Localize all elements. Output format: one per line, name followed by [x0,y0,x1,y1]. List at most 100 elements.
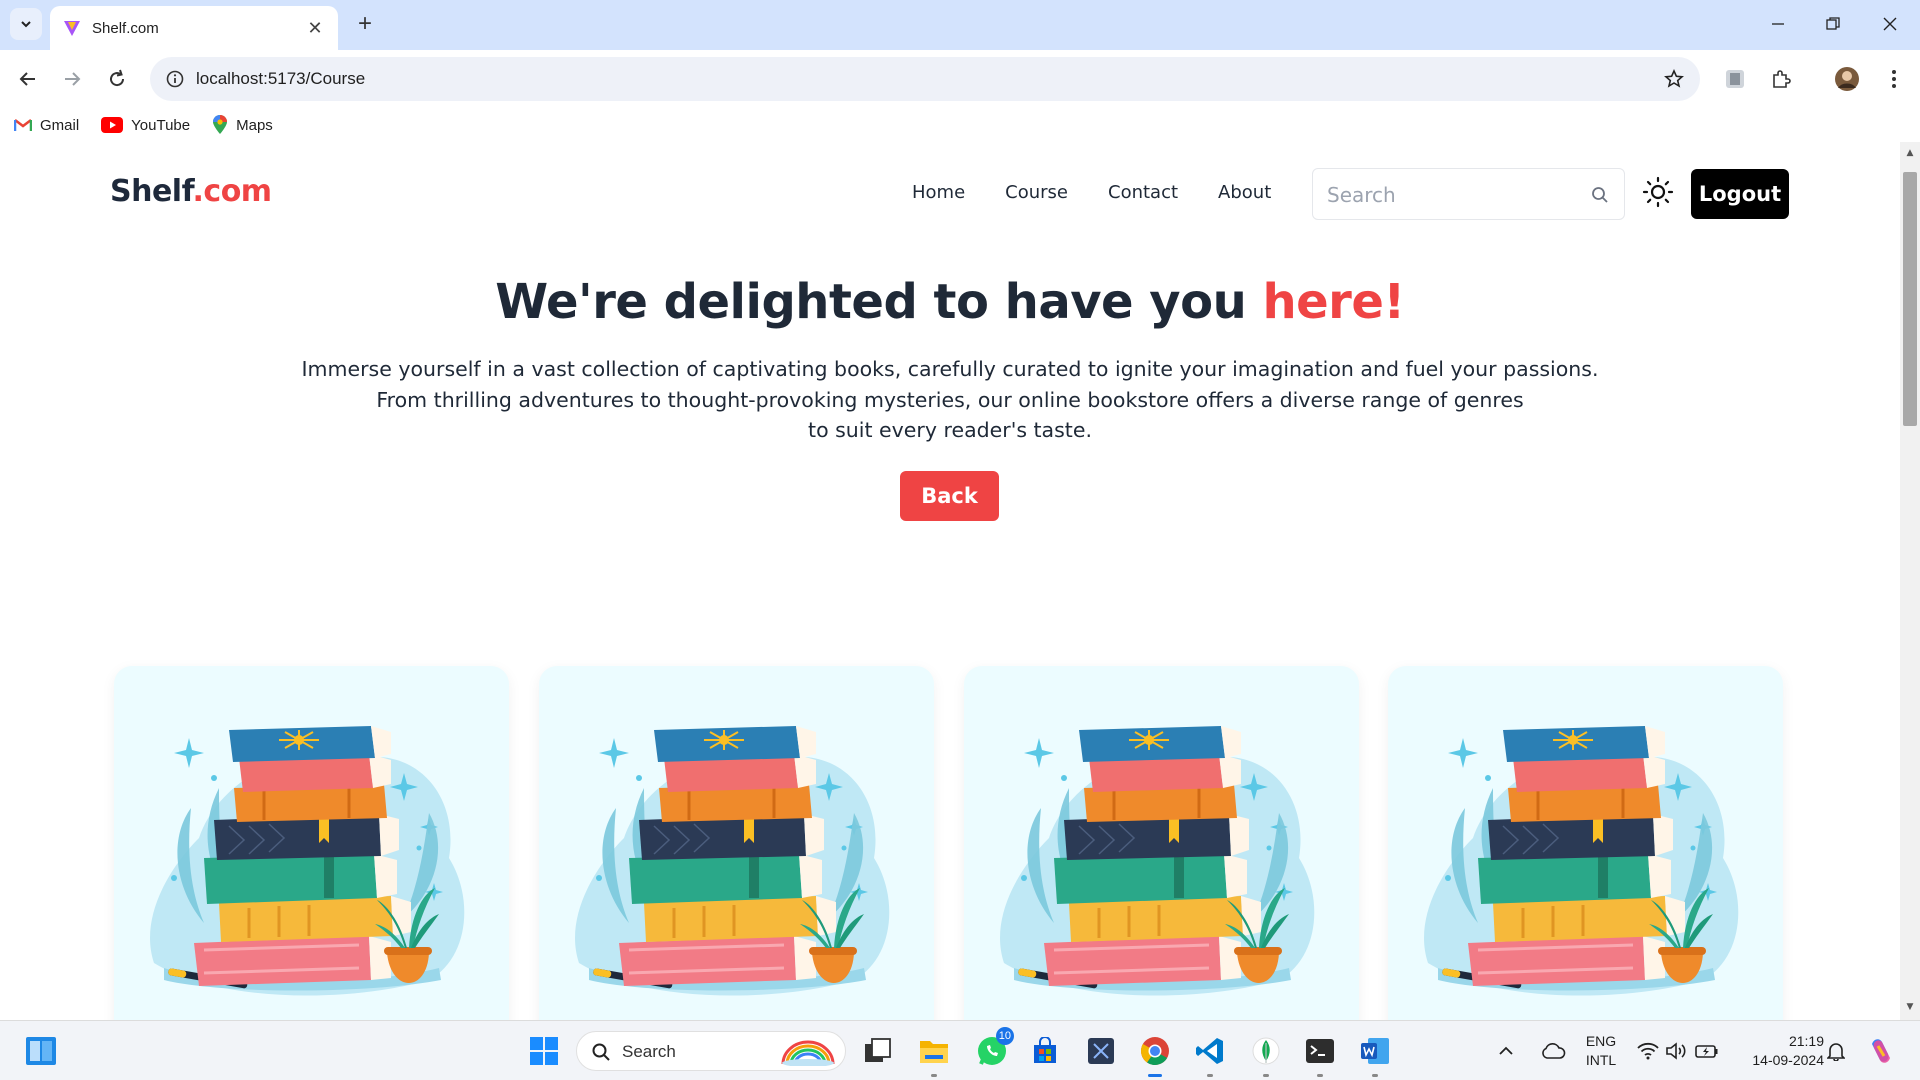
bookmark-gmail[interactable]: Gmail [14,117,79,134]
running-indicator [1317,1074,1323,1077]
nav-home-link[interactable]: Home [912,182,965,203]
word-icon [1361,1038,1389,1064]
arrow-left-icon [19,72,35,86]
back-button[interactable]: Back [900,471,999,521]
book-card[interactable] [114,666,509,1020]
speaker-icon [1666,1042,1686,1060]
running-indicator [1372,1074,1378,1077]
bookmark-label: Gmail [40,116,80,134]
page-scrollbar[interactable]: ▲ ▼ [1900,142,1920,1020]
terminal-button[interactable] [1300,1031,1340,1077]
browser-menu-icon[interactable] [1878,63,1910,95]
wifi-status[interactable] [1634,1031,1662,1071]
site-logo[interactable]: Shelf.com [110,174,272,209]
profile-extension-icon[interactable] [1719,63,1751,95]
back-nav-button[interactable] [10,61,46,97]
restore-icon [1826,17,1840,30]
notifications-button[interactable] [1822,1031,1850,1071]
taskbar-search-box[interactable]: Search [576,1031,846,1071]
battery-status[interactable] [1692,1031,1722,1071]
mongodb-compass-button[interactable] [1246,1031,1286,1077]
maps-icon [213,115,228,134]
search-box [1312,168,1625,220]
input-language-indicator[interactable]: ENG INTL [1578,1032,1624,1070]
reload-button[interactable] [99,61,135,97]
chrome-button[interactable] [1135,1031,1175,1077]
start-button[interactable] [524,1031,564,1071]
running-indicator [1263,1074,1269,1077]
scroll-down-arrow-icon[interactable]: ▼ [1900,1002,1920,1016]
forward-nav-button[interactable] [54,61,90,97]
file-explorer-button[interactable] [914,1031,954,1077]
chrome-icon [1141,1037,1169,1065]
book-card[interactable] [964,666,1359,1020]
browser-tab-strip: Shelf.com ✕ + [0,0,1920,50]
nav-contact-link[interactable]: Contact [1108,182,1178,203]
tab-search-button[interactable] [10,8,42,40]
microsoft-store-button[interactable] [1025,1031,1065,1071]
nav-course-link[interactable]: Course [1005,182,1068,203]
youtube-icon [101,117,124,133]
mongodb-leaf-icon [1252,1037,1280,1065]
whatsapp-button[interactable]: 10 [972,1027,1014,1071]
page-viewport: Shelf.com Home Course Contact About Sear… [0,142,1900,1020]
close-tab-icon[interactable]: ✕ [304,17,326,39]
rainbow-search-highlight-icon [781,1040,835,1066]
widgets-button[interactable] [21,1031,61,1071]
widgets-icon [26,1037,56,1065]
running-indicator [1207,1074,1213,1077]
clock[interactable]: 21:19 14-09-2024 [1738,1032,1824,1070]
onedrive-button[interactable] [1537,1031,1569,1071]
vscode-button[interactable] [1190,1031,1230,1077]
book-stack-illustration [150,726,465,996]
search-icon[interactable] [1590,185,1610,205]
hero-title: We're delighted to have you here! [0,274,1900,330]
extensions-puzzle-icon[interactable] [1765,63,1797,95]
logo-main-text: Shelf [110,174,193,209]
new-tab-button[interactable]: + [351,10,379,38]
gmail-icon [14,119,32,131]
bookmark-label: Maps [236,116,273,134]
book-card[interactable] [1388,666,1783,1020]
minimize-button[interactable] [1760,8,1796,40]
task-view-button[interactable] [858,1031,898,1071]
address-bar[interactable]: localhost:5173/Course [150,57,1700,101]
bookmarks-bar: Gmail YouTube Maps [0,108,1920,142]
keyboard-layout: INTL [1585,1052,1617,1068]
clock-time: 21:19 [1788,1033,1824,1049]
word-button[interactable] [1355,1031,1395,1077]
book-stack-illustration [575,726,890,996]
folder-icon [920,1041,948,1063]
close-window-button[interactable] [1872,8,1908,40]
snipping-tool-button[interactable] [1081,1031,1121,1071]
copilot-button[interactable] [1862,1031,1900,1071]
show-hidden-icons-button[interactable] [1493,1031,1519,1071]
bookmark-star-icon[interactable] [1660,65,1688,93]
theme-toggle-button[interactable] [1640,174,1676,210]
notification-badge: 10 [995,1027,1014,1045]
minimize-icon [1772,23,1784,25]
vscode-icon [1196,1038,1223,1064]
hero-title-main: We're delighted to have you [495,274,1263,330]
bookmark-maps[interactable]: Maps [212,115,273,135]
restore-button[interactable] [1815,8,1851,40]
logout-button[interactable]: Logout [1691,169,1789,219]
book-stack-illustration [1424,726,1739,996]
user-avatar[interactable] [1831,63,1863,95]
volume-status[interactable] [1662,1031,1690,1071]
site-info-icon[interactable] [160,64,190,94]
search-input[interactable] [1327,181,1577,209]
browser-tab-active[interactable]: Shelf.com ✕ [50,6,338,50]
vite-favicon-icon [64,21,80,36]
lang-code: ENG [1585,1033,1617,1049]
arrow-right-icon [65,72,81,86]
url-text[interactable]: localhost:5173/Course [196,69,365,89]
scroll-up-arrow-icon[interactable]: ▲ [1900,148,1920,162]
hero-description: Immerse yourself in a vast collection of… [200,354,1700,446]
bookmark-youtube[interactable]: YouTube [101,117,190,134]
book-card[interactable] [539,666,934,1020]
nav-about-link[interactable]: About [1218,182,1271,203]
scrollbar-thumb[interactable] [1903,172,1917,426]
windows-taskbar: Search 10 ENG INTL 21:19 14-09-2024 [0,1020,1920,1080]
chevron-up-icon [1499,1046,1513,1055]
